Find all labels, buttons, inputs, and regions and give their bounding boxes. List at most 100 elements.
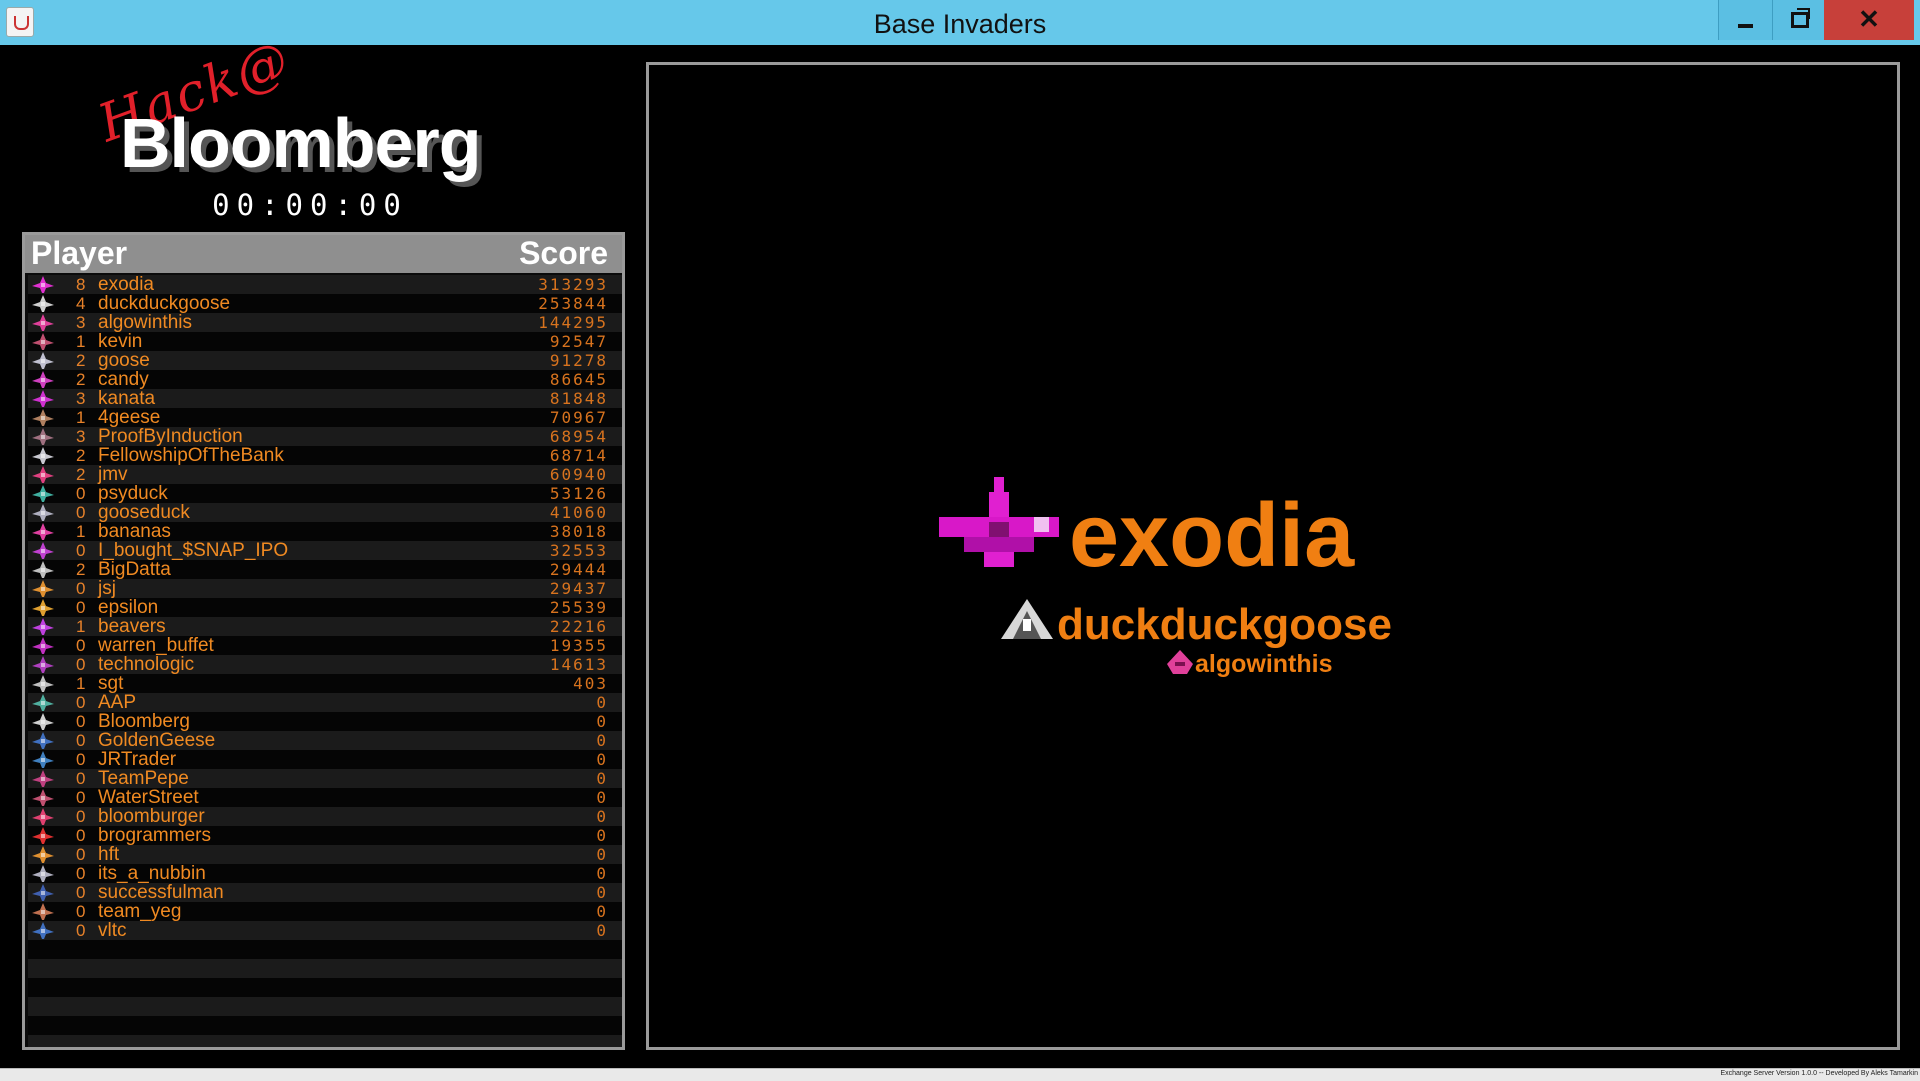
player-score: 91278 <box>549 351 608 370</box>
player-ship-icon <box>32 276 54 293</box>
player-name: gooseduck <box>98 502 190 523</box>
player-ship-icon <box>32 561 54 578</box>
scoreboard-rows: 8 exodia 313293 4 duckduckgoose 253844 3 algowi… <box>28 275 622 1047</box>
scoreboard-row: 0 epsilon 25539 <box>28 598 622 617</box>
scoreboard-row: 1 sgt 403 <box>28 674 622 693</box>
player-level: 1 <box>76 674 86 693</box>
empty-row <box>28 997 622 1016</box>
player-ship-icon <box>32 922 54 939</box>
minimize-icon <box>1738 24 1753 28</box>
player-score: 313293 <box>538 275 608 294</box>
player-level: 0 <box>76 503 86 522</box>
scoreboard-row: 3 ProofByInduction 68954 <box>28 427 622 446</box>
player-name: I_bought_$SNAP_IPO <box>98 540 289 561</box>
player-ship-icon <box>32 466 54 483</box>
player-score: 29437 <box>549 579 608 598</box>
player-score: 0 <box>596 769 608 788</box>
player-level: 0 <box>76 845 86 864</box>
scoreboard-row: 0 JRTrader 0 <box>28 750 622 769</box>
scoreboard-row: 0 psyduck 53126 <box>28 484 622 503</box>
player-name: jsj <box>98 578 116 599</box>
player-ship-icon <box>32 637 54 654</box>
player-score: 53126 <box>549 484 608 503</box>
score-column-header: Score <box>519 235 608 271</box>
player-name: candy <box>98 369 149 390</box>
player-level: 1 <box>76 408 86 427</box>
player-name: vltc <box>98 920 127 941</box>
player-score: 0 <box>596 921 608 940</box>
player-level: 2 <box>76 370 86 389</box>
player-name: hft <box>98 844 120 865</box>
player-name: duckduckgoose <box>98 293 231 314</box>
player-level: 2 <box>76 351 86 370</box>
player-name: warren_buffet <box>98 635 214 656</box>
player-level: 0 <box>76 731 86 750</box>
player-score: 253844 <box>538 294 608 313</box>
player-score: 19355 <box>549 636 608 655</box>
scoreboard-row: 1 bananas 38018 <box>28 522 622 541</box>
player-ship-icon <box>32 770 54 787</box>
player-level: 3 <box>76 427 86 446</box>
player-ship-icon <box>32 333 54 350</box>
player-name: AAP <box>98 692 137 713</box>
scoreboard-row: 0 warren_buffet 19355 <box>28 636 622 655</box>
player-name: sgt <box>98 673 124 694</box>
player-ship-icon <box>32 599 54 616</box>
close-button[interactable]: ✕ <box>1824 0 1914 40</box>
player-level: 3 <box>76 389 86 408</box>
scoreboard-header: Player Score <box>25 235 622 273</box>
player-level: 2 <box>76 446 86 465</box>
player-score: 403 <box>573 674 608 693</box>
player-level: 0 <box>76 655 86 674</box>
player-name: WaterStreet <box>98 787 199 808</box>
player-score: 0 <box>596 788 608 807</box>
version-credit: Exchange Server Version 1.0.0 -- Develop… <box>1720 1070 1918 1077</box>
player-name: psyduck <box>98 483 168 504</box>
minimize-button[interactable] <box>1718 0 1773 40</box>
scoreboard-row: 2 FellowshipOfTheBank 68714 <box>28 446 622 465</box>
scoreboard-row: 0 TeamPepe 0 <box>28 769 622 788</box>
player-level: 0 <box>76 579 86 598</box>
restore-button[interactable] <box>1772 0 1825 40</box>
player-ship-icon <box>32 865 54 882</box>
scoreboard-row: 2 BigDatta 29444 <box>28 560 622 579</box>
player-name: ProofByInduction <box>98 426 243 447</box>
empty-row <box>28 1016 622 1035</box>
scoreboard-row: 8 exodia 313293 <box>28 275 622 294</box>
player-score: 81848 <box>549 389 608 408</box>
player-score: 0 <box>596 902 608 921</box>
scoreboard-row: 0 gooseduck 41060 <box>28 503 622 522</box>
player-ship-icon <box>32 732 54 749</box>
player-level: 2 <box>76 465 86 484</box>
scoreboard-row: 2 goose 91278 <box>28 351 622 370</box>
player-score: 0 <box>596 750 608 769</box>
player-name: epsilon <box>98 597 159 618</box>
player-name: GoldenGeese <box>98 730 216 751</box>
player-level: 1 <box>76 522 86 541</box>
status-bar: Exchange Server Version 1.0.0 -- Develop… <box>0 1068 1920 1081</box>
player-score: 68714 <box>549 446 608 465</box>
player-score: 92547 <box>549 332 608 351</box>
scoreboard-row: 0 bloomburger 0 <box>28 807 622 826</box>
scoreboard-row: 3 kanata 81848 <box>28 389 622 408</box>
game-timer: 00:00:00 <box>212 188 408 222</box>
player-name: beavers <box>98 616 166 637</box>
player-score: 0 <box>596 693 608 712</box>
player-level: 0 <box>76 712 86 731</box>
scoreboard-row: 0 WaterStreet 0 <box>28 788 622 807</box>
player-level: 0 <box>76 693 86 712</box>
player-name: bloomburger <box>98 806 205 827</box>
scoreboard-row: 0 hft 0 <box>28 845 622 864</box>
player-name: exodia <box>98 274 154 295</box>
player-name: brogrammers <box>98 825 211 846</box>
player-level: 1 <box>76 617 86 636</box>
player-level: 3 <box>76 313 86 332</box>
player-name: BigDatta <box>98 559 171 580</box>
player-score: 60940 <box>549 465 608 484</box>
scoreboard-row: 0 team_yeg 0 <box>28 902 622 921</box>
player-ship-icon <box>32 827 54 844</box>
scoreboard-row: 1 4geese 70967 <box>28 408 622 427</box>
second-place-name: duckduckgoose <box>1057 600 1392 649</box>
player-name: Bloomberg <box>98 711 190 732</box>
player-ship-icon <box>32 580 54 597</box>
